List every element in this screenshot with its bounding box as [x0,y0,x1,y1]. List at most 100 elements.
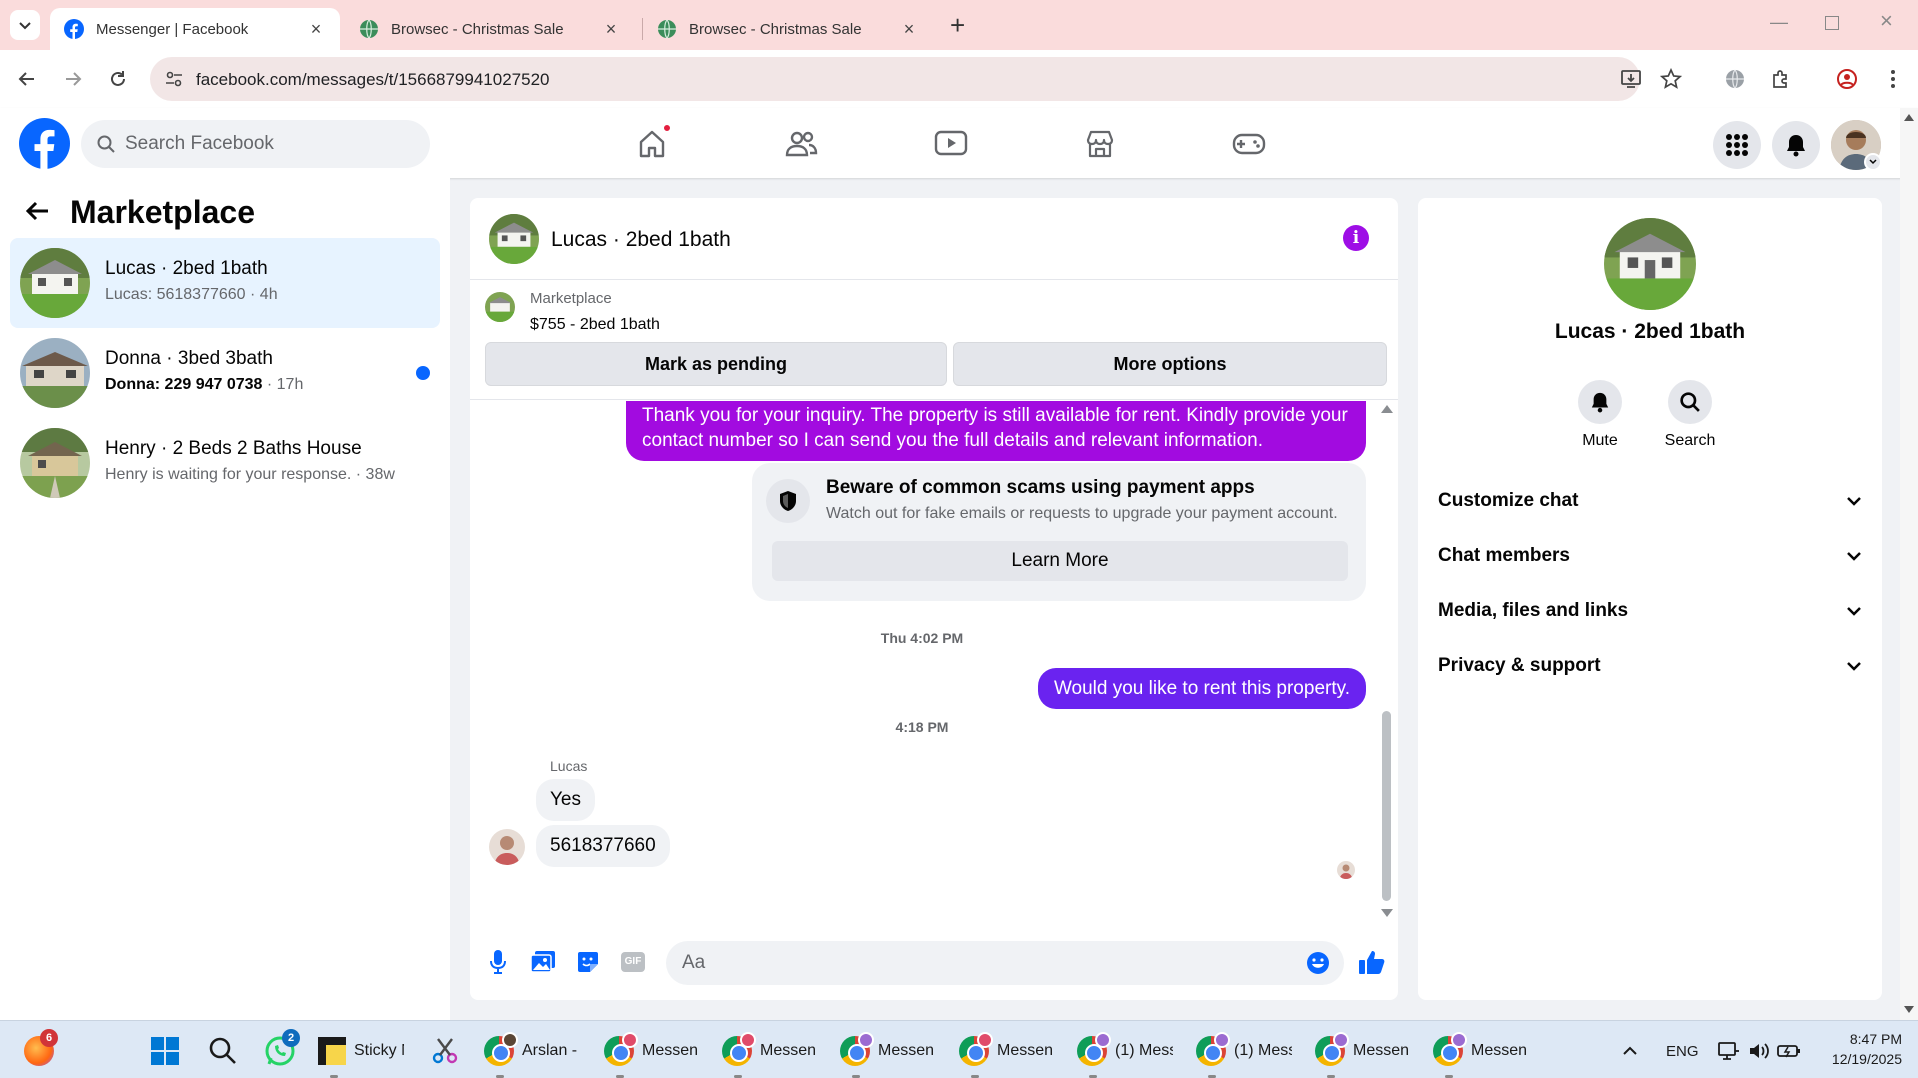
customize-chat-section[interactable]: Customize chat [1438,481,1862,521]
message-list[interactable]: Thank you for your inquiry. The property… [470,401,1398,921]
outgoing-message[interactable]: Thank you for your inquiry. The property… [626,401,1366,461]
network-icon[interactable] [1718,1033,1740,1069]
globe-icon [359,19,379,39]
incoming-message[interactable]: 5618377660 [536,825,670,867]
maximize-icon[interactable] [1825,16,1839,30]
search-action[interactable]: Search [1650,380,1730,450]
sender-avatar[interactable] [489,829,525,865]
mute-action[interactable]: Mute [1560,380,1640,450]
close-icon[interactable]: × [306,19,326,40]
address-bar[interactable]: facebook.com/messages/t/1566879941027520 [150,57,1682,101]
gaming-icon[interactable] [1229,124,1269,164]
chrome-icon [840,1032,874,1066]
close-icon[interactable]: × [899,19,919,40]
whatsapp-taskbar-icon[interactable]: 2 [264,1029,300,1069]
new-tab-button[interactable]: + [950,10,965,41]
listing-price-title[interactable]: $755 - 2bed 1bath [530,316,660,334]
tab-search-button[interactable] [10,10,40,40]
browser-menu-icon[interactable] [1878,64,1908,94]
conversation-item-lucas[interactable]: Lucas · 2bed 1bath Lucas: 5618377660 · 4… [10,238,440,328]
page-scrollbar[interactable] [1900,108,1918,1020]
video-icon[interactable] [931,124,971,164]
close-icon[interactable]: × [601,19,621,40]
system-clock[interactable]: 8:47 PM 12/19/2025 [1812,1029,1902,1069]
conversation-item-donna[interactable]: Donna · 3bed 3bath Donna: 229 947 0738 ·… [10,328,440,418]
mark-as-pending-button[interactable]: Mark as pending [485,342,947,386]
gif-icon[interactable]: GIF [616,945,650,979]
profile-photo[interactable] [1604,218,1696,310]
back-arrow-icon[interactable] [24,200,50,222]
conversation-item-henry[interactable]: Henry · 2 Beds 2 Baths House Henry is wa… [10,418,440,508]
message-scrollbar[interactable] [1379,401,1393,921]
facebook-search-box[interactable] [81,120,430,168]
media-files-links-section[interactable]: Media, files and links [1438,591,1862,631]
browsec-extension-icon[interactable] [1720,64,1750,94]
marketplace-icon[interactable] [1080,124,1120,164]
friends-icon[interactable] [781,124,821,164]
chrome-taskbar-item[interactable]: Messeng [722,1032,817,1078]
chrome-taskbar-item[interactable]: Arslan - [484,1032,579,1078]
emoji-icon[interactable] [1306,951,1330,975]
photo-attach-icon[interactable] [526,945,560,979]
message-input[interactable] [682,941,1282,985]
chrome-taskbar-item[interactable]: Messeng [1315,1032,1410,1078]
menu-grid-button[interactable] [1713,121,1761,169]
thumbs-up-icon[interactable] [1355,945,1389,979]
chat-members-section[interactable]: Chat members [1438,536,1862,576]
battery-icon[interactable] [1777,1033,1801,1069]
section-label: Media, files and links [1438,600,1629,621]
taskbar-search-icon[interactable] [208,1033,238,1069]
facebook-search-input[interactable] [125,133,405,155]
language-indicator[interactable]: ENG [1666,1033,1699,1069]
chrome-taskbar-item[interactable]: Messeng [840,1032,935,1078]
tab-browsec-2[interactable]: Browsec - Christmas Sale × [643,8,933,50]
facebook-logo-icon[interactable] [19,118,70,169]
chat-avatar[interactable] [489,214,539,264]
chat-title[interactable]: Lucas · 2bed 1bath [551,228,731,252]
facebook-favicon-icon [64,19,84,39]
message-input-box[interactable] [666,941,1344,985]
forward-arrow-icon[interactable] [58,64,88,94]
install-app-icon[interactable] [1620,68,1642,90]
bookmark-star-icon[interactable] [1660,68,1682,90]
sticker-icon[interactable] [571,945,605,979]
notifications-button[interactable] [1772,121,1820,169]
learn-more-button[interactable]: Learn More [772,541,1348,581]
tab-browsec-1[interactable]: Browsec - Christmas Sale × [345,8,635,50]
chrome-taskbar-item[interactable]: Messeng [1433,1032,1528,1078]
privacy-support-section[interactable]: Privacy & support [1438,646,1862,686]
scroll-up-icon[interactable] [1381,405,1393,413]
snipping-tool-icon[interactable] [430,1033,460,1069]
scroll-down-icon[interactable] [1381,909,1393,917]
extensions-puzzle-icon[interactable] [1766,64,1796,94]
scrollbar-thumb[interactable] [1382,711,1391,901]
mute-label: Mute [1582,432,1618,449]
section-label: Privacy & support [1438,655,1601,676]
scroll-down-icon[interactable] [1904,1006,1914,1013]
chrome-taskbar-item[interactable]: Messeng [959,1032,1054,1078]
chrome-icon [722,1032,756,1066]
tray-overflow-chevron-icon[interactable] [1622,1033,1638,1069]
profile-icon[interactable] [1832,64,1862,94]
info-button[interactable]: i [1343,225,1369,251]
scroll-up-icon[interactable] [1904,114,1914,121]
chrome-taskbar-item[interactable]: Messeng [604,1032,699,1078]
firefox-taskbar-icon[interactable]: 6 [24,1029,58,1069]
chrome-taskbar-item[interactable]: (1) Mess [1196,1032,1296,1078]
reload-icon[interactable] [103,64,133,94]
site-settings-icon[interactable] [164,69,184,89]
sticky-notes-taskbar-item[interactable]: Sticky N [318,1033,408,1078]
window-close-icon[interactable]: × [1880,8,1893,34]
windows-start-icon[interactable] [150,1033,180,1069]
chrome-taskbar-item[interactable]: (1) Mess [1077,1032,1177,1078]
more-options-button[interactable]: More options [953,342,1387,386]
outgoing-message[interactable]: Would you like to rent this property. [1037,668,1366,709]
conversation-list-panel: Marketplace Lucas · 2bed 1bath Lucas: 56… [0,178,450,1020]
minimize-icon[interactable]: — [1770,12,1788,33]
incoming-message[interactable]: Yes [536,779,595,821]
volume-icon[interactable] [1748,1033,1770,1069]
account-chevron-icon[interactable] [1864,153,1882,171]
back-arrow-icon[interactable] [12,64,42,94]
microphone-icon[interactable] [481,945,515,979]
tab-messenger[interactable]: Messenger | Facebook × [50,8,340,50]
